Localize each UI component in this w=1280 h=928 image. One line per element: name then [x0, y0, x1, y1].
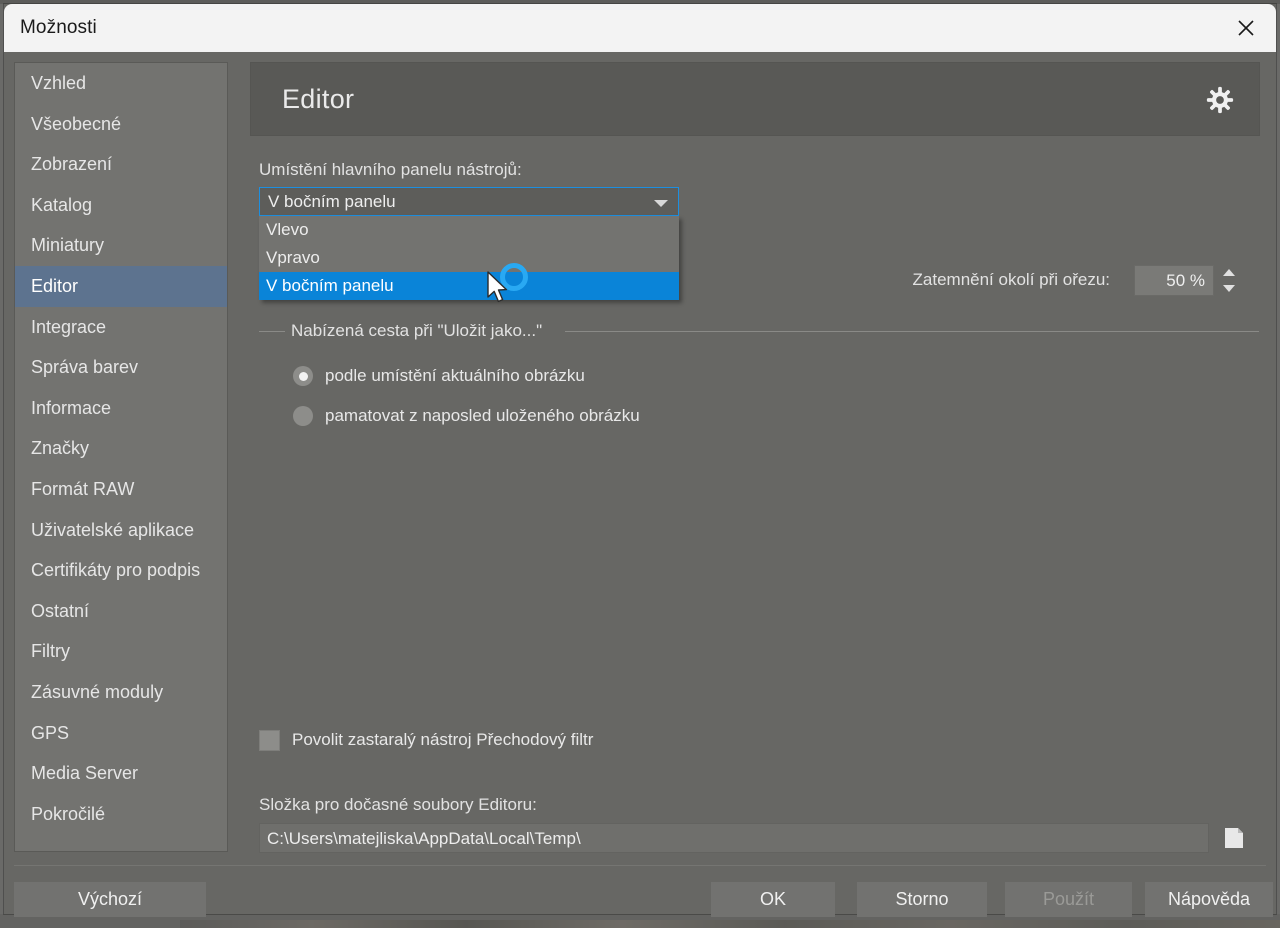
toolbar-position-combobox[interactable]: V bočním panelu — [259, 187, 679, 216]
dropdown-option-vlevo[interactable]: Vlevo — [259, 216, 679, 244]
sidebar-item-uzivatelske-aplikace[interactable]: Uživatelské aplikace — [15, 510, 227, 551]
sidebar-item-format-raw[interactable]: Formát RAW — [15, 469, 227, 510]
restore-defaults-button[interactable]: Výchozí — [14, 882, 206, 917]
stepper-down-icon[interactable] — [1223, 284, 1235, 292]
sidebar-item-sprava-barev[interactable]: Správa barev — [15, 347, 227, 388]
crop-dim-label: Zatemnění okolí při ořezu: — [912, 270, 1110, 289]
dialog-body: Vzhled Všeobecné Zobrazení Katalog Minia… — [4, 52, 1276, 917]
toolbar-position-dropdown-list[interactable]: Vlevo Vpravo V bočním panelu — [259, 216, 679, 300]
sidebar-item-zasuvne-moduly[interactable]: Zásuvné moduly — [15, 672, 227, 713]
temp-folder-input[interactable]: C:\Users\matejliska\AppData\Local\Temp\ — [259, 823, 1209, 853]
settings-category-list[interactable]: Vzhled Všeobecné Zobrazení Katalog Minia… — [14, 62, 228, 852]
sidebar-item-pokrocile[interactable]: Pokročilé — [15, 794, 227, 835]
toolbar-position-value: V bočním panelu — [268, 192, 396, 211]
sidebar-item-vseobecne[interactable]: Všeobecné — [15, 104, 227, 145]
apply-button[interactable]: Použít — [1005, 882, 1132, 917]
crop-dim-input[interactable]: 50 % — [1134, 265, 1214, 296]
titlebar: Možnosti — [4, 4, 1276, 53]
radio-off-icon — [293, 406, 313, 426]
sidebar-item-media-server[interactable]: Media Server — [15, 753, 227, 794]
window-title: Možnosti — [20, 17, 97, 38]
stepper-up-icon[interactable] — [1223, 269, 1235, 277]
crop-dim-stepper[interactable] — [1218, 265, 1240, 296]
save-as-path-group: Nabízená cesta při "Uložit jako..." podl… — [259, 321, 1259, 441]
page-title: Editor — [282, 84, 355, 114]
chevron-down-icon — [654, 200, 668, 207]
screen: Možnosti Vzhled Všeobecné Zobrazení Kata… — [0, 0, 1280, 928]
sidebar-item-katalog[interactable]: Katalog — [15, 185, 227, 226]
group-divider-right — [565, 331, 1259, 332]
sidebar-item-informace[interactable]: Informace — [15, 388, 227, 429]
ok-button[interactable]: OK — [711, 882, 835, 917]
options-dialog-window: Možnosti Vzhled Všeobecné Zobrazení Kata… — [4, 4, 1276, 917]
dropdown-option-v-bocnim-panelu[interactable]: V bočním panelu — [259, 272, 679, 300]
sidebar-item-filtry[interactable]: Filtry — [15, 631, 227, 672]
pane-header: Editor — [250, 62, 1260, 136]
save-as-path-legend: Nabízená cesta při "Uložit jako..." — [291, 321, 543, 340]
legacy-gradient-filter-label: Povolit zastaralý nástroj Přechodový fil… — [292, 730, 594, 749]
crop-dim-value: 50 % — [1166, 271, 1205, 290]
dropdown-option-vpravo[interactable]: Vpravo — [259, 244, 679, 272]
footer-divider — [14, 865, 1266, 866]
sidebar-item-editor[interactable]: Editor — [15, 265, 227, 307]
radio-last-saved-location-label: pamatovat z naposled uloženého obrázku — [325, 406, 640, 425]
sidebar-item-gps[interactable]: GPS — [15, 713, 227, 754]
group-divider-left — [259, 331, 285, 332]
temp-folder-label: Složka pro dočasné soubory Editoru: — [259, 795, 537, 814]
radio-last-saved-location[interactable]: pamatovat z naposled uloženého obrázku — [293, 403, 640, 429]
cancel-button[interactable]: Storno — [857, 882, 987, 917]
temp-folder-value: C:\Users\matejliska\AppData\Local\Temp\ — [267, 829, 581, 848]
toolbar-position-label: Umístění hlavního panelu nástrojů: — [259, 160, 522, 179]
close-icon[interactable] — [1216, 4, 1276, 51]
radio-on-icon — [293, 366, 313, 386]
sidebar-item-znacky[interactable]: Značky — [15, 428, 227, 469]
sidebar-item-vzhled[interactable]: Vzhled — [15, 63, 227, 104]
taskbar-strip — [180, 920, 1280, 928]
sidebar-item-zobrazeni[interactable]: Zobrazení — [15, 144, 227, 185]
settings-pane: Editor Umístění hlavního panelu nástrojů… — [250, 62, 1264, 853]
sidebar-item-miniatury[interactable]: Miniatury — [15, 225, 227, 266]
checkbox-unchecked-icon — [259, 729, 280, 751]
gear-icon[interactable] — [1201, 81, 1239, 119]
radio-current-image-location-label: podle umístění aktuálního obrázku — [325, 366, 585, 385]
sidebar-item-certifikaty[interactable]: Certifikáty pro podpis — [15, 550, 227, 591]
legacy-gradient-filter-checkbox[interactable]: Povolit zastaralý nástroj Přechodový fil… — [259, 728, 593, 752]
folder-icon[interactable] — [1218, 820, 1254, 856]
sidebar-item-ostatni[interactable]: Ostatní — [15, 591, 227, 632]
help-button[interactable]: Nápověda — [1145, 882, 1273, 917]
radio-current-image-location[interactable]: podle umístění aktuálního obrázku — [293, 363, 585, 389]
sidebar-item-integrace[interactable]: Integrace — [15, 307, 227, 348]
